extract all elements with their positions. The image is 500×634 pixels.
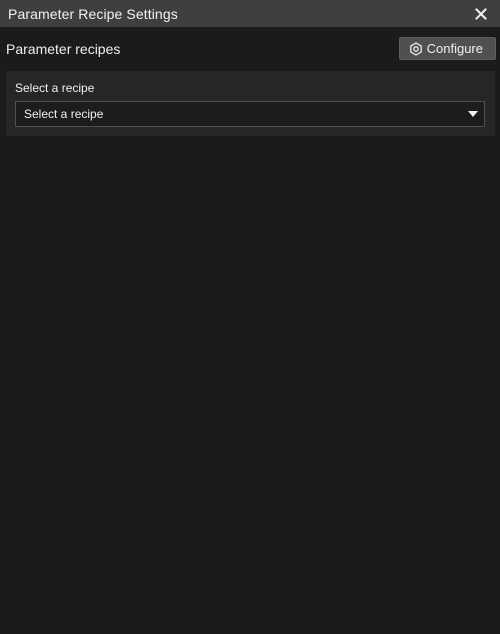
recipe-dropdown-value: Select a recipe [24,107,104,121]
recipe-dropdown[interactable]: Select a recipe [15,101,485,127]
close-icon [475,7,487,20]
recipes-header: Parameter recipes Configure [0,27,500,71]
hexagon-gear-icon [409,41,422,56]
title-bar: Parameter Recipe Settings [0,0,500,27]
select-recipe-label: Select a recipe [15,81,95,95]
configure-label: Configure [426,41,483,56]
recipe-select-panel: Select a recipe Select a recipe [6,71,495,136]
close-button[interactable] [471,4,491,24]
window-title: Parameter Recipe Settings [8,5,178,22]
configure-button[interactable]: Configure [398,37,496,60]
caret-down-icon [468,111,478,117]
parameter-recipe-settings-window: Parameter Recipe Settings Parameter reci… [0,0,500,634]
section-title: Parameter recipes [6,41,121,57]
